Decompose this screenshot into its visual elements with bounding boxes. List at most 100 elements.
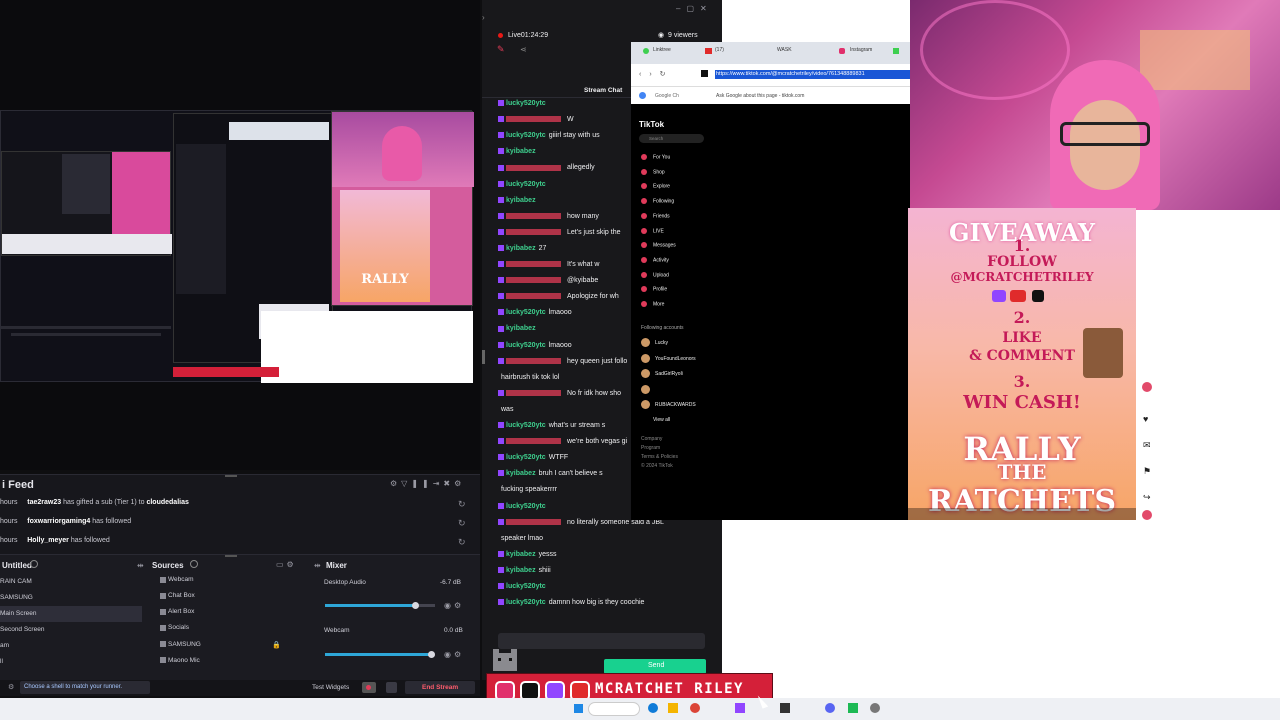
test-widgets-button[interactable]: Test Widgets: [312, 684, 349, 691]
source-item[interactable]: Chat Box: [168, 592, 195, 599]
sources-toolbar-icons[interactable]: ▭⚙: [276, 560, 297, 569]
chat-username[interactable]: lucky520ytc: [506, 100, 546, 107]
explorer-icon[interactable]: [668, 703, 678, 713]
chrome-icon[interactable]: [690, 703, 700, 713]
share-icon[interactable]: ⋖: [520, 45, 527, 54]
scene-settings-icon[interactable]: [30, 560, 38, 568]
omnibox-suggestion[interactable]: Google Ch Ask Google about this page - t…: [631, 86, 911, 104]
chat-username[interactable]: kyibabez: [506, 325, 536, 332]
feed-controls[interactable]: ⚙▽❚❚⇥✖⚙: [390, 479, 465, 488]
app-icon[interactable]: [848, 703, 858, 713]
sources-settings-icon[interactable]: [190, 560, 198, 568]
tiktok-nav-item[interactable]: Messages: [641, 242, 676, 249]
twitch-app-icon[interactable]: [735, 703, 745, 713]
windows-start-icon[interactable]: [574, 704, 583, 713]
chat-username[interactable]: lucky520ytc: [506, 181, 546, 188]
chat-username[interactable]: kyibabez: [506, 197, 536, 204]
tiktok-nav-item[interactable]: Upload: [641, 271, 669, 278]
source-item[interactable]: Webcam: [168, 576, 194, 583]
following-account[interactable]: SadGirlRyoli: [641, 369, 683, 378]
mixer-mute-settings-icons[interactable]: ◉⚙: [444, 650, 464, 659]
chat-username[interactable]: lucky520ytc: [506, 454, 546, 461]
tiktok-nav-item[interactable]: Profile: [641, 286, 667, 293]
browser-tab[interactable]: Instagram: [850, 47, 872, 53]
footer-terms[interactable]: Terms & Policies: [641, 454, 678, 460]
following-account[interactable]: RUBIACKWARDS: [641, 400, 696, 409]
scene-item[interactable]: RAIN CAM: [0, 574, 142, 590]
collapse-arrow-icon[interactable]: ›: [482, 13, 485, 22]
replay-icon[interactable]: ↻: [458, 518, 468, 528]
camera-icon[interactable]: [386, 682, 397, 693]
chat-username[interactable]: lucky520ytc: [506, 309, 546, 316]
gear-icon[interactable]: ⚙: [8, 683, 14, 691]
tiktok-nav-item[interactable]: Shop: [641, 168, 665, 175]
chat-username[interactable]: kyibabez: [506, 470, 536, 477]
volume-knob[interactable]: [412, 602, 419, 609]
replay-icon[interactable]: ↻: [458, 499, 468, 509]
following-account[interactable]: Lucky: [641, 338, 668, 347]
mixer-mute-settings-icons[interactable]: ◉⚙: [444, 601, 464, 610]
edge-icon[interactable]: [648, 703, 658, 713]
nav-icon: [641, 242, 647, 249]
scroll-handle[interactable]: [482, 350, 485, 364]
settings-icon[interactable]: [870, 703, 880, 713]
chat-username[interactable]: lucky520ytc: [506, 599, 546, 606]
chat-username[interactable]: kyibabez: [506, 148, 536, 155]
chat-username[interactable]: kyibabez: [506, 551, 536, 558]
chat-username[interactable]: lucky520ytc: [506, 503, 546, 510]
scene-item[interactable]: ll: [0, 654, 142, 670]
tiktok-nav-item[interactable]: For You: [641, 154, 670, 160]
chat-username[interactable]: lucky520ytc: [506, 583, 546, 590]
dock-grip-icon[interactable]: [225, 475, 237, 477]
browser-tab[interactable]: (17): [715, 47, 724, 53]
nav-arrows[interactable]: ‹›↻: [639, 70, 674, 78]
view-all-link[interactable]: View all: [653, 417, 670, 423]
chat-username[interactable]: kyibabez: [506, 245, 536, 252]
url-input[interactable]: https://www.tiktok.com/@mcratchetriley/v…: [715, 70, 911, 79]
source-item[interactable]: Maono Mic: [168, 657, 200, 664]
scene-item[interactable]: SAMSUNG: [0, 590, 142, 606]
send-button[interactable]: Send: [604, 659, 706, 674]
chat-username[interactable]: lucky520ytc: [506, 132, 546, 139]
discord-icon[interactable]: [825, 703, 835, 713]
following-account[interactable]: [641, 384, 655, 394]
obs-icon[interactable]: [780, 703, 790, 713]
shell-hint-box[interactable]: Choose a shell to match your runner.: [20, 681, 150, 694]
chat-message: allegedly: [498, 164, 595, 171]
video-action-icons[interactable]: ♥ ✉ ⚑ ↪: [1143, 406, 1153, 510]
mixer-resize-icon[interactable]: ⇹: [314, 561, 321, 570]
lock-icon[interactable]: 🔒: [272, 641, 281, 649]
window-controls[interactable]: –▢✕: [676, 4, 713, 13]
scene-item[interactable]: am: [0, 638, 142, 654]
volume-knob[interactable]: [428, 651, 435, 658]
footer-program[interactable]: Program: [641, 445, 660, 451]
chat-username[interactable]: lucky520ytc: [506, 342, 546, 349]
scene-item-active[interactable]: Main Screen: [0, 606, 142, 622]
tiktok-nav-item[interactable]: Explore: [641, 183, 670, 190]
source-item[interactable]: Socials: [168, 624, 189, 631]
browser-tab[interactable]: Linktree: [653, 47, 671, 53]
sources-resize-icon[interactable]: ⇹: [137, 561, 144, 570]
chat-input[interactable]: [498, 633, 705, 649]
tiktok-nav-item[interactable]: Friends: [641, 212, 670, 219]
source-item[interactable]: SAMSUNG: [168, 641, 201, 648]
tiktok-search[interactable]: Search: [639, 134, 704, 143]
browser-tab[interactable]: WASK: [777, 47, 792, 53]
scene-item[interactable]: Second Screen: [0, 622, 142, 638]
avatar-icon[interactable]: [1142, 382, 1152, 392]
footer-company[interactable]: Company: [641, 436, 662, 442]
pencil-icon[interactable]: ✎: [497, 44, 505, 55]
taskbar-search[interactable]: [588, 702, 640, 716]
tiktok-nav-item[interactable]: LIVE: [641, 227, 664, 234]
tiktok-nav-item[interactable]: Activity: [641, 256, 669, 263]
chat-username[interactable]: kyibabez: [506, 567, 536, 574]
chat-username[interactable]: lucky520ytc: [506, 422, 546, 429]
following-account[interactable]: YouFoundLeonors: [641, 353, 696, 363]
tiktok-nav-item[interactable]: Following: [641, 198, 674, 204]
replay-icon[interactable]: ↻: [458, 537, 468, 547]
dock-grip-icon[interactable]: [225, 555, 237, 557]
source-item[interactable]: Alert Box: [168, 608, 194, 615]
record-icon[interactable]: [362, 682, 376, 693]
end-stream-button[interactable]: End Stream: [405, 681, 475, 694]
tiktok-nav-item[interactable]: More: [641, 301, 664, 307]
